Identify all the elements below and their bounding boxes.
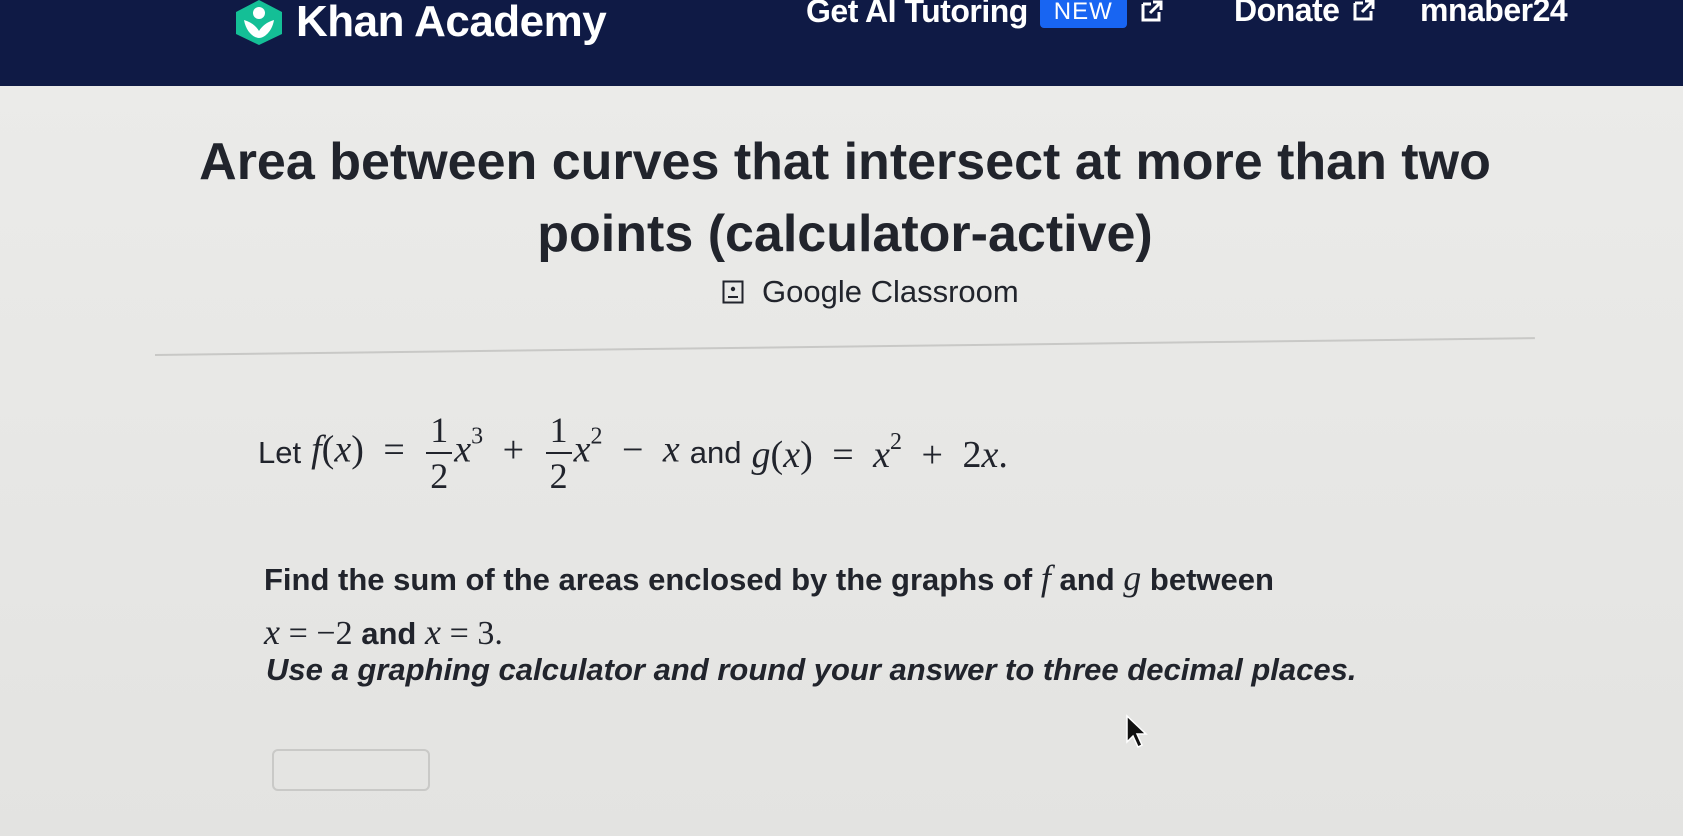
and-label: and [1059, 562, 1115, 597]
external-link-icon [1141, 0, 1163, 22]
khan-academy-logo-icon [236, 0, 282, 45]
section-divider [154, 337, 1535, 356]
google-classroom-icon [722, 280, 744, 304]
one-half-fraction: 1 2 [426, 408, 453, 498]
x-symbol: x [873, 434, 891, 476]
question-intro: Find the sum of the areas enclosed by th… [264, 562, 1033, 597]
username-label: mnaber24 [1420, 0, 1568, 28]
between-label: between [1149, 562, 1274, 597]
new-badge: NEW [1039, 0, 1127, 28]
x-symbol: x [424, 612, 441, 652]
x-symbol: x [573, 428, 591, 471]
donate-label: Donate [1234, 0, 1340, 28]
answer-input[interactable] [272, 749, 430, 791]
question-text: Find the sum of the areas enclosed by th… [264, 558, 1274, 652]
exponent: 2 [590, 423, 603, 450]
exponent: 3 [471, 423, 484, 450]
instructions-text: Use a graphing calculator and round your… [266, 652, 1357, 687]
x-symbol: x [981, 434, 999, 476]
g-symbol: g [1123, 558, 1142, 598]
lower-bound: −2 [316, 615, 353, 652]
g-symbol: g [751, 434, 771, 476]
f-symbol: f [1040, 558, 1051, 598]
coefficient: 2 [962, 434, 982, 476]
mouse-pointer-icon [1126, 714, 1148, 749]
and-label: and [361, 616, 417, 651]
external-link-icon [1353, 0, 1375, 21]
exercise-content: Area between curves that intersect at mo… [0, 86, 1683, 836]
brand-home-link[interactable]: Khan Academy [232, 0, 607, 46]
page-title: Area between curves that intersect at mo… [199, 133, 1491, 263]
top-navigation-bar: Khan Academy Get AI Tutoring NEW Donate … [0, 0, 1683, 86]
get-ai-tutoring-link[interactable]: Get AI Tutoring NEW [806, 0, 1165, 28]
user-menu[interactable]: mnaber24 [1420, 0, 1568, 28]
exponent: 2 [890, 429, 903, 455]
f-symbol: f [311, 428, 322, 471]
google-classroom-label: Google Classroom [762, 274, 1019, 309]
google-classroom-share-button[interactable]: Google Classroom [722, 274, 1019, 310]
x-symbol: x [662, 428, 680, 471]
x-symbol: x [334, 428, 352, 471]
x-symbol: x [454, 428, 472, 471]
function-g-definition: g(x) = x2 + 2x. [751, 429, 1008, 476]
fraction-numerator: 1 [430, 410, 449, 450]
donate-link[interactable]: Donate [1234, 0, 1377, 26]
x-symbol: x [264, 612, 280, 652]
fraction-numerator: 1 [549, 410, 568, 450]
x-symbol: x [783, 434, 801, 476]
upper-bound: 3 [477, 615, 495, 652]
problem-statement: Let f(x) = 1 2 x3 + 1 2 x2 − x and g(x) … [258, 408, 1008, 498]
get-ai-tutoring-label: Get AI Tutoring [806, 0, 1028, 29]
let-label: Let [258, 435, 302, 470]
one-half-fraction: 1 2 [545, 408, 572, 498]
fraction-denominator: 2 [549, 456, 568, 496]
and-label: and [689, 435, 742, 470]
fraction-denominator: 2 [430, 456, 449, 496]
function-f-definition: f(x) = 1 2 x3 + 1 2 x2 − x [311, 408, 680, 498]
brand-name: Khan Academy [296, 0, 607, 46]
